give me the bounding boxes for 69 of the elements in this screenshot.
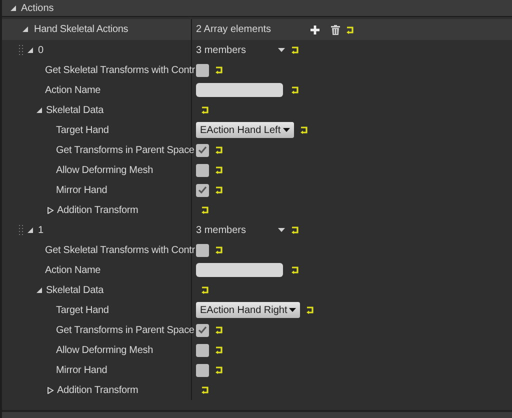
reset-arrow-icon[interactable]	[306, 306, 314, 314]
caret-icon	[282, 128, 290, 132]
property-label: Action Name	[45, 264, 101, 278]
reset-arrow-icon[interactable]	[201, 286, 209, 294]
reset-arrow-icon[interactable]	[215, 146, 223, 154]
property-label: Get Skeletal Transforms with Contr	[45, 64, 195, 78]
element-index: 0	[38, 44, 44, 58]
element-index: 1	[38, 224, 44, 238]
reset-arrow-icon[interactable]	[215, 166, 223, 174]
reset-arrow-icon[interactable]	[201, 106, 209, 114]
collapsed-triangle-icon[interactable]	[47, 206, 54, 214]
reset-arrow-icon[interactable]	[346, 26, 354, 34]
text-field[interactable]	[196, 263, 283, 277]
dropdown-button[interactable]: EAction Hand Right	[196, 302, 300, 318]
checkbox[interactable]	[196, 184, 209, 196]
section-header[interactable]: Actions	[2, 0, 512, 17]
group-label: Skeletal Data	[46, 104, 104, 118]
reset-arrow-icon[interactable]	[291, 266, 299, 274]
property-label: Target Hand	[56, 304, 109, 318]
reset-arrow-icon[interactable]	[215, 66, 223, 74]
expanded-triangle-icon[interactable]	[10, 4, 17, 12]
reset-arrow-icon[interactable]	[215, 346, 223, 354]
reset-arrow-icon[interactable]	[215, 246, 223, 254]
property-label: Mirror Hand	[56, 184, 108, 198]
members-summary: 3 members	[196, 44, 248, 58]
property-label: Target Hand	[56, 124, 109, 138]
dropdown-caret-icon[interactable]	[278, 48, 285, 52]
reset-arrow-icon[interactable]	[291, 226, 299, 234]
checkbox[interactable]	[196, 344, 209, 356]
reset-arrow-icon[interactable]	[215, 366, 223, 374]
array-summary: 2 Array elements	[196, 23, 272, 37]
checkbox[interactable]	[196, 364, 209, 376]
expanded-triangle-icon[interactable]	[36, 106, 43, 114]
reset-arrow-icon[interactable]	[215, 186, 223, 194]
checkbox[interactable]	[196, 244, 209, 256]
property-label: Mirror Hand	[56, 364, 108, 378]
group-label: Addition Transform	[57, 384, 138, 398]
reset-arrow-icon[interactable]	[291, 86, 299, 94]
property-label: Get Transforms in Parent Space	[56, 144, 194, 158]
property-label: Hand Skeletal Actions	[34, 23, 128, 37]
collapsed-triangle-icon[interactable]	[47, 386, 54, 394]
reset-arrow-icon[interactable]	[291, 46, 299, 54]
checkbox[interactable]	[196, 64, 209, 76]
reset-arrow-icon[interactable]	[201, 206, 209, 214]
expanded-triangle-icon[interactable]	[27, 46, 34, 54]
expanded-triangle-icon[interactable]	[36, 286, 43, 294]
reset-arrow-icon[interactable]	[300, 126, 308, 134]
dropdown-button[interactable]: EAction Hand Left	[196, 122, 294, 138]
checkbox[interactable]	[196, 144, 209, 156]
reset-arrow-icon[interactable]	[201, 386, 209, 394]
group-label: Addition Transform	[57, 204, 138, 218]
section-title: Actions	[21, 2, 54, 16]
expanded-triangle-icon[interactable]	[22, 26, 29, 33]
property-label: Allow Deforming Mesh	[56, 164, 154, 178]
property-label: Allow Deforming Mesh	[56, 344, 154, 358]
property-label: Get Transforms in Parent Space	[56, 324, 194, 338]
add-icon[interactable]	[310, 24, 320, 34]
members-summary: 3 members	[196, 224, 248, 238]
dropdown-caret-icon[interactable]	[278, 228, 285, 232]
text-field[interactable]	[196, 83, 283, 97]
property-label: Action Name	[45, 84, 101, 98]
group-label: Skeletal Data	[46, 284, 104, 298]
reset-arrow-icon[interactable]	[215, 326, 223, 334]
expanded-triangle-icon[interactable]	[27, 226, 34, 234]
caret-icon	[289, 308, 296, 312]
checkbox[interactable]	[196, 324, 209, 336]
trash-icon[interactable]	[331, 24, 340, 34]
property-label: Get Skeletal Transforms with Contr	[45, 244, 195, 258]
checkbox[interactable]	[196, 164, 209, 176]
